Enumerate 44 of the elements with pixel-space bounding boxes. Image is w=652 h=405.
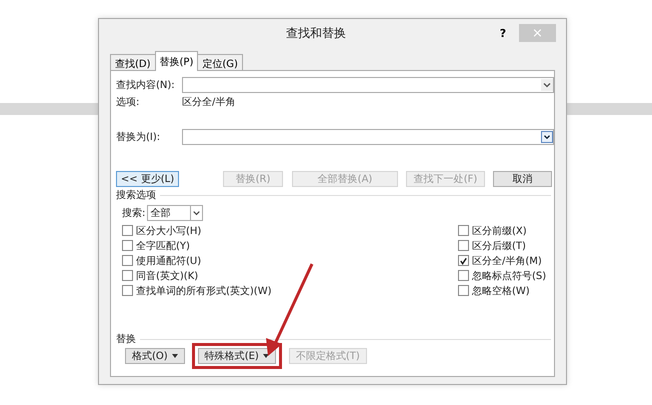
- section-title: 搜索选项: [116, 188, 156, 202]
- search-label: 搜索:: [122, 206, 146, 220]
- tab[interactable]: 定位(G): [197, 54, 243, 70]
- help-button[interactable]: ?: [493, 26, 513, 40]
- checkbox-label[interactable]: 区分大小写(H): [136, 224, 202, 238]
- checkbox-label[interactable]: 同音(英文)(K): [136, 268, 198, 282]
- chevron-down-icon[interactable]: [541, 131, 553, 143]
- options-label: 选项:: [116, 96, 140, 109]
- field-label: 替换为(I):: [116, 130, 162, 144]
- checkbox[interactable]: [458, 225, 469, 236]
- format-button[interactable]: 特殊格式(E): [198, 348, 276, 364]
- checkbox[interactable]: [122, 255, 133, 266]
- chevron-down-icon[interactable]: [190, 206, 202, 220]
- format-button[interactable]: 格式(O): [125, 348, 185, 364]
- caret-icon: [262, 354, 269, 358]
- checkbox-label[interactable]: 区分后缀(T): [472, 238, 526, 252]
- checkbox[interactable]: [122, 240, 133, 251]
- checkbox-label[interactable]: 忽略空格(W): [472, 284, 530, 298]
- dialog-button[interactable]: 取消: [493, 171, 552, 187]
- options-value: 区分全/半角: [182, 96, 236, 109]
- checkbox-label[interactable]: 查找单词的所有形式(英文)(W): [136, 284, 272, 298]
- checkbox-label[interactable]: 区分全/半角(M): [472, 254, 542, 268]
- find-field[interactable]: [182, 77, 554, 93]
- replace-field[interactable]: [182, 129, 554, 145]
- dialog-button[interactable]: << 更少(L): [116, 171, 179, 187]
- tab[interactable]: 替换(P): [154, 51, 198, 71]
- checkbox-label[interactable]: 全字匹配(Y): [136, 238, 190, 252]
- checkbox[interactable]: [458, 255, 469, 266]
- field-label: 查找内容(N):: [116, 78, 176, 92]
- chevron-down-icon[interactable]: [541, 79, 553, 91]
- checkbox-label[interactable]: 忽略标点符号(S): [472, 268, 546, 282]
- checkbox-label[interactable]: 使用通配符(U): [136, 254, 202, 268]
- window-title: 查找和替换: [285, 24, 347, 42]
- caret-icon: [172, 354, 178, 358]
- checkbox[interactable]: [122, 225, 133, 236]
- checkbox[interactable]: [122, 285, 133, 296]
- checkbox-label[interactable]: 区分前缀(X): [472, 224, 527, 238]
- checkbox[interactable]: [458, 285, 469, 296]
- search-select[interactable]: 全部: [147, 205, 204, 221]
- tab[interactable]: 查找(D): [110, 54, 156, 70]
- checkbox[interactable]: [122, 270, 133, 281]
- checkbox[interactable]: [458, 270, 469, 281]
- section-title: 替换: [116, 332, 136, 346]
- checkbox[interactable]: [458, 240, 469, 251]
